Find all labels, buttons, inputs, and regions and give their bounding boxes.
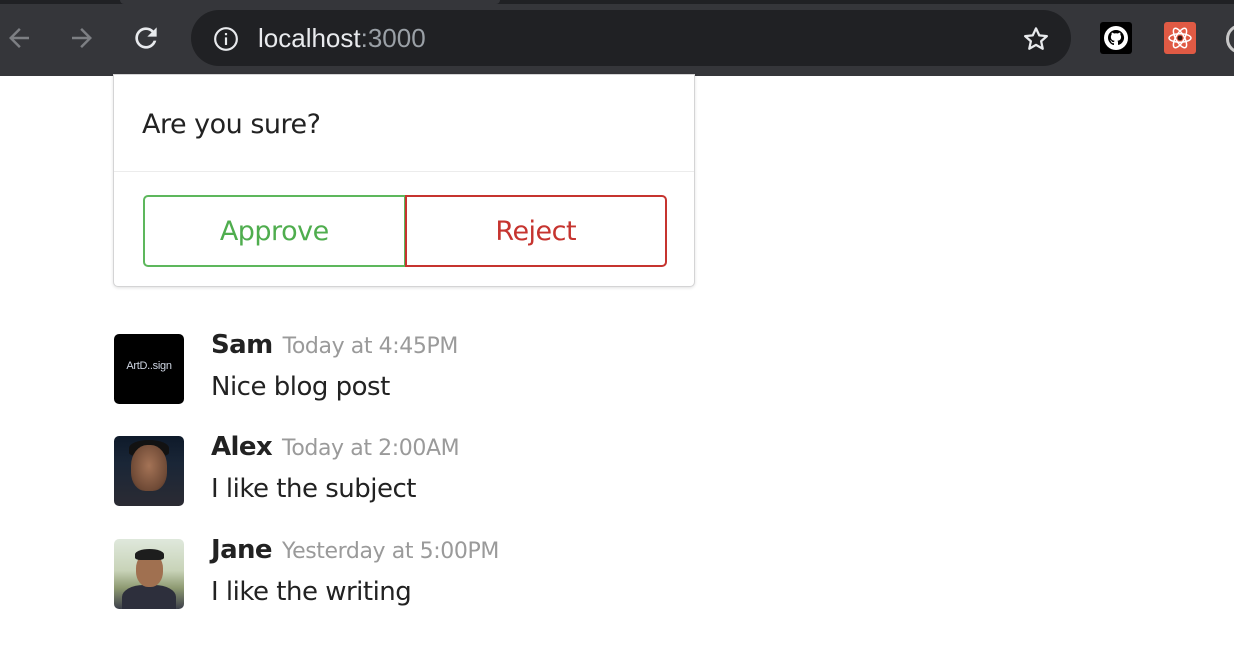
comment-text: I like the writing — [211, 577, 412, 607]
avatar[interactable]: ArtD..sign — [114, 334, 184, 404]
avatar[interactable] — [114, 436, 184, 506]
comment-text: Nice blog post — [211, 372, 390, 402]
reload-button[interactable] — [130, 22, 162, 54]
tab-strip — [0, 0, 1234, 4]
comment-time: Today at 4:45PM — [282, 334, 459, 359]
reject-button[interactable]: Reject — [404, 195, 667, 267]
browser-toolbar: localhost:3000 — [0, 0, 1234, 76]
forward-arrow-icon — [72, 28, 92, 48]
comment-author[interactable]: Alex — [211, 432, 273, 462]
comment-time: Today at 2:00AM — [282, 436, 460, 461]
avatar[interactable] — [114, 539, 184, 609]
comment-meta: Sam Today at 4:45PM — [211, 330, 458, 360]
github-icon — [1104, 26, 1128, 50]
comment-item: Jane Yesterday at 5:00PM I like the writi… — [114, 535, 914, 611]
react-devtools-icon — [1168, 27, 1192, 49]
approve-button[interactable]: Approve — [143, 195, 406, 267]
confirm-question: Are you sure? — [114, 75, 694, 172]
comment-text: I like the subject — [211, 474, 416, 504]
back-arrow-icon — [9, 28, 29, 48]
info-icon[interactable] — [213, 26, 239, 52]
confirm-card: Are you sure? Approve Reject — [113, 74, 695, 287]
avatar-face — [131, 445, 167, 491]
avatar-body — [122, 585, 176, 609]
back-button[interactable] — [3, 22, 35, 54]
avatar-logo: ArtD..sign — [126, 360, 172, 372]
confirm-button-group: Approve Reject — [143, 195, 667, 267]
comment-item: Alex Today at 2:00AM I like the subject — [114, 432, 914, 508]
address-bar[interactable]: localhost:3000 — [191, 10, 1071, 66]
comment-time: Yesterday at 5:00PM — [281, 539, 499, 564]
star-icon[interactable] — [1021, 24, 1051, 54]
github-extension-button[interactable] — [1100, 22, 1132, 54]
forward-button[interactable] — [66, 22, 98, 54]
active-tab[interactable] — [120, 0, 500, 4]
profile-icon[interactable] — [1226, 24, 1234, 54]
comment-author[interactable]: Jane — [211, 535, 273, 565]
url-port: :3000 — [360, 23, 426, 53]
comment-meta: Alex Today at 2:00AM — [211, 432, 460, 462]
avatar-hair — [135, 549, 164, 560]
url-text[interactable]: localhost:3000 — [258, 22, 426, 54]
url-host: localhost — [258, 23, 361, 53]
comment-meta: Jane Yesterday at 5:00PM — [211, 535, 499, 565]
comment-author[interactable]: Sam — [211, 330, 273, 360]
comment-item: ArtD..sign Sam Today at 4:45PM Nice blog … — [114, 330, 914, 406]
react-devtools-extension-button[interactable] — [1164, 22, 1196, 54]
reload-icon — [135, 27, 157, 49]
